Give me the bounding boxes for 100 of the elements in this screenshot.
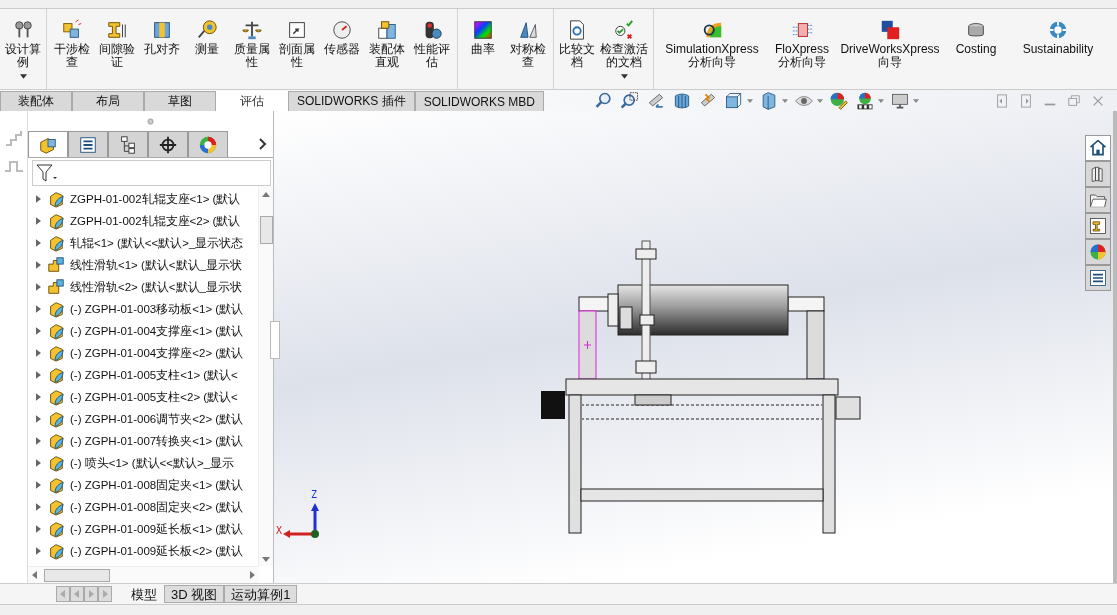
expand-arrow-icon[interactable] bbox=[36, 261, 41, 269]
part-icon bbox=[47, 211, 65, 231]
tree-item[interactable]: (-) ZGPH-01-005支柱<2> (默认< bbox=[28, 386, 258, 408]
gauge-icon bbox=[331, 19, 353, 41]
expand-arrow-icon[interactable] bbox=[36, 371, 41, 379]
chevron-right-icon[interactable] bbox=[259, 138, 267, 150]
ribbon-button[interactable]: 比较文 档 bbox=[557, 13, 597, 89]
expand-arrow-icon[interactable] bbox=[36, 305, 41, 313]
tree-item-label: 线性滑轨<1> (默认<默认_显示状 bbox=[70, 257, 242, 273]
expand-arrow-icon[interactable] bbox=[36, 547, 41, 555]
expand-arrow-icon[interactable] bbox=[36, 525, 41, 533]
tree-item[interactable]: 线性滑轨<2> (默认<默认_显示状 bbox=[28, 276, 258, 298]
tree-item[interactable]: (-) ZGPH-01-004支撑座<2> (默认 bbox=[28, 342, 258, 364]
ribbon-button[interactable]: 剖面属 性 bbox=[275, 13, 319, 89]
expand-arrow-icon[interactable] bbox=[36, 393, 41, 401]
tree-item-label: (-) ZGPH-01-009延长板<1> (默认 bbox=[70, 521, 244, 537]
tree-item[interactable]: 轧辊<1> (默认<<默认>_显示状态 bbox=[28, 232, 258, 254]
tree-item[interactable]: (-) 喷头<1> (默认<<默认>_显示 bbox=[28, 452, 258, 474]
ribbon-button[interactable]: 质量属 性 bbox=[230, 13, 274, 89]
property-list-icon[interactable] bbox=[1085, 265, 1111, 291]
panel-tab[interactable] bbox=[108, 131, 148, 157]
ribbon-tab[interactable]: 布局 bbox=[72, 91, 144, 111]
tree-item[interactable]: 线性滑轨<1> (默认<默认_显示状 bbox=[28, 254, 258, 276]
ribbon-button[interactable]: DriveWorksXpress 向导 bbox=[840, 13, 940, 89]
scroll-down-icon[interactable] bbox=[262, 557, 270, 562]
expand-arrow-icon[interactable] bbox=[36, 283, 41, 291]
panel-collapse-handle[interactable] bbox=[270, 321, 280, 359]
ribbon-button[interactable]: Sustainability bbox=[1012, 13, 1104, 89]
caret-icon[interactable] bbox=[782, 98, 789, 103]
scroll-thumb[interactable] bbox=[44, 569, 110, 582]
horizontal-scrollbar[interactable] bbox=[28, 566, 259, 583]
scroll-thumb[interactable] bbox=[260, 216, 273, 244]
ribbon-tab[interactable]: 装配体 bbox=[0, 91, 72, 111]
ribbon-button[interactable]: 测量 bbox=[185, 13, 229, 89]
scroll-up-icon[interactable] bbox=[262, 192, 270, 197]
ribbon-button[interactable]: 传感器 bbox=[320, 13, 364, 89]
folder-icon[interactable] bbox=[1085, 187, 1111, 213]
ribbon-tab[interactable]: 草图 bbox=[144, 91, 216, 111]
ribbon-button[interactable]: FloXpress 分析向导 bbox=[772, 13, 832, 89]
view-tab[interactable]: 运动算例1 bbox=[224, 585, 298, 603]
ribbon-tab[interactable]: SOLIDWORKS MBD bbox=[414, 91, 545, 111]
ribbon-button[interactable]: 对称检 查 bbox=[506, 13, 550, 89]
tree-item[interactable]: (-) ZGPH-01-008固定夹<2> (默认 bbox=[28, 496, 258, 518]
expand-arrow-icon[interactable] bbox=[36, 217, 41, 225]
expand-arrow-icon[interactable] bbox=[36, 481, 41, 489]
expand-arrow-icon[interactable] bbox=[36, 327, 41, 335]
ribbon-tab[interactable]: SOLIDWORKS 插件 bbox=[288, 91, 415, 111]
expand-arrow-icon[interactable] bbox=[36, 239, 41, 247]
tree-item[interactable]: ZGPH-01-002轧辊支座<1> (默认 bbox=[28, 188, 258, 210]
caret-icon[interactable] bbox=[878, 98, 885, 103]
ribbon-button[interactable]: Costing bbox=[948, 13, 1004, 89]
expand-arrow-icon[interactable] bbox=[36, 503, 41, 511]
ribbon-button[interactable]: 设计算 例 bbox=[3, 13, 43, 89]
filter-field[interactable] bbox=[32, 160, 271, 186]
ribbon-button[interactable]: 孔对齐 bbox=[140, 13, 184, 89]
panel-tab[interactable] bbox=[148, 131, 188, 157]
books-icon[interactable] bbox=[1085, 161, 1111, 187]
tree-item[interactable]: (-) ZGPH-01-003移动板<1> (默认 bbox=[28, 298, 258, 320]
tile-right-icon[interactable] bbox=[1019, 93, 1033, 108]
tree-item[interactable]: (-) ZGPH-01-009延长板<2> (默认 bbox=[28, 540, 258, 562]
expand-arrow-icon[interactable] bbox=[36, 195, 41, 203]
caret-icon bbox=[19, 74, 27, 79]
ribbon-button[interactable]: 检查激活 的文档 bbox=[598, 13, 650, 89]
tree-item[interactable]: ZGPH-01-002轧辊支座<2> (默认 bbox=[28, 210, 258, 232]
tile-left-icon[interactable] bbox=[995, 93, 1009, 108]
scene-icon[interactable] bbox=[855, 90, 876, 111]
tree-item[interactable]: (-) ZGPH-01-008固定夹<1> (默认 bbox=[28, 474, 258, 496]
tree-item[interactable]: (-) ZGPH-01-007转换夹<1> (默认 bbox=[28, 430, 258, 452]
ribbon-button[interactable]: 性能评 估 bbox=[410, 13, 454, 89]
ribbon-button[interactable]: 干涉检 查 bbox=[50, 13, 94, 89]
expand-arrow-icon[interactable] bbox=[36, 415, 41, 423]
ribbon-button[interactable]: 曲率 bbox=[461, 13, 505, 89]
panel-tab[interactable] bbox=[68, 131, 108, 157]
vertical-scrollbar[interactable] bbox=[258, 186, 273, 566]
home-icon[interactable] bbox=[1085, 135, 1111, 161]
view-tab[interactable]: 3D 视图 bbox=[164, 585, 225, 603]
design-library-icon[interactable] bbox=[1085, 213, 1111, 239]
expand-arrow-icon[interactable] bbox=[36, 349, 41, 357]
color-wheel-icon[interactable] bbox=[1085, 239, 1111, 265]
tree-item[interactable]: (-) ZGPH-01-006调节夹<2> (默认 bbox=[28, 408, 258, 430]
squares-icon bbox=[879, 19, 901, 41]
appearance-edit-icon[interactable] bbox=[829, 90, 850, 111]
caret-icon[interactable] bbox=[913, 98, 920, 103]
zoom-area-icon[interactable] bbox=[620, 90, 641, 111]
ribbon-button[interactable]: 装配体 直观 bbox=[365, 13, 409, 89]
color-wheel-icon bbox=[198, 134, 218, 155]
caret-icon[interactable] bbox=[817, 98, 824, 103]
panel-tab[interactable] bbox=[188, 131, 228, 157]
ribbon-button[interactable]: 间隙验 证 bbox=[95, 13, 139, 89]
part-icon bbox=[47, 475, 65, 495]
scroll-left-icon[interactable] bbox=[32, 571, 37, 579]
panel-grip-icon[interactable] bbox=[147, 117, 154, 125]
expand-arrow-icon[interactable] bbox=[36, 459, 41, 467]
tree-item[interactable]: (-) ZGPH-01-009延长板<1> (默认 bbox=[28, 518, 258, 540]
tree-item[interactable]: (-) ZGPH-01-005支柱<1> (默认< bbox=[28, 364, 258, 386]
tree-item[interactable]: (-) ZGPH-01-004支撑座<1> (默认 bbox=[28, 320, 258, 342]
caret-icon[interactable] bbox=[747, 98, 754, 103]
scroll-right-icon[interactable] bbox=[250, 571, 255, 579]
expand-arrow-icon[interactable] bbox=[36, 437, 41, 445]
ribbon-button[interactable]: SimulationXpress 分析向导 bbox=[660, 13, 764, 89]
